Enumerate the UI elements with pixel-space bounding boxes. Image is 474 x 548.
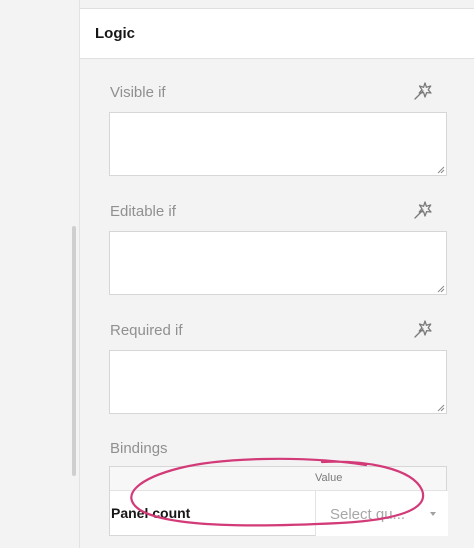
- editable-if-label: Editable if: [110, 203, 176, 220]
- previous-section-edge: [80, 0, 474, 9]
- resize-grip-icon[interactable]: [437, 166, 445, 174]
- column-header-value: Value: [315, 472, 343, 484]
- resize-grip-icon[interactable]: [437, 285, 445, 293]
- bindings-label: Bindings: [110, 440, 168, 457]
- editable-if-textarea[interactable]: [109, 231, 447, 295]
- left-gutter: [0, 0, 80, 548]
- chevron-down-icon[interactable]: [430, 512, 436, 516]
- property-grid-panel: Logic Visible if Editable if Required if…: [80, 0, 474, 548]
- select-placeholder: Select qu...: [330, 506, 406, 523]
- scrollbar-thumb[interactable]: [72, 226, 76, 476]
- required-if-label: Required if: [110, 322, 183, 339]
- row-label-panel-count: Panel count: [111, 505, 191, 521]
- magic-wand-icon[interactable]: [412, 199, 434, 221]
- section-title: Logic: [95, 25, 135, 42]
- visible-if-label: Visible if: [110, 84, 166, 101]
- bindings-table: Value Panel count Select qu...: [109, 466, 448, 536]
- magic-wand-icon[interactable]: [412, 80, 434, 102]
- resize-grip-icon[interactable]: [437, 404, 445, 412]
- logic-section-header[interactable]: Logic: [80, 9, 474, 59]
- magic-wand-icon[interactable]: [412, 318, 434, 340]
- table-header: Value: [110, 467, 446, 491]
- required-if-textarea[interactable]: [109, 350, 447, 414]
- panel-count-select[interactable]: Select qu...: [315, 491, 448, 536]
- visible-if-textarea[interactable]: [109, 112, 447, 176]
